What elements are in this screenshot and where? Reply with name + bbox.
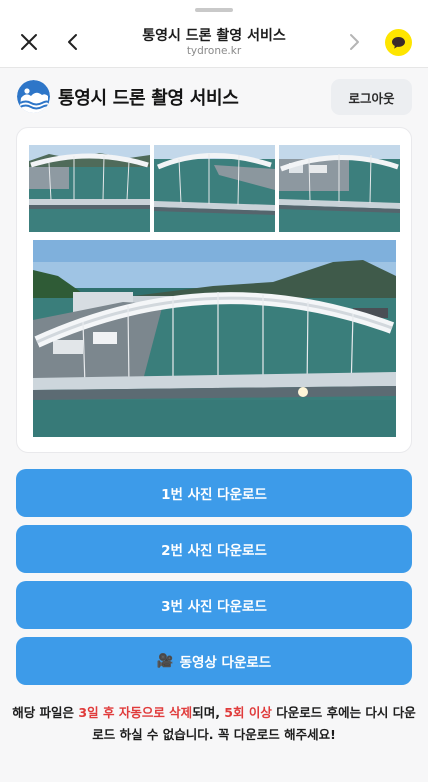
photo-thumbnail-1[interactable] (29, 145, 150, 232)
notice-highlight-limit: 5회 이상 (224, 705, 272, 720)
notice-text-2: 되며, (192, 705, 225, 720)
grab-handle[interactable] (195, 8, 233, 12)
notice-text-1: 해당 파일은 (12, 705, 79, 720)
download-photo-2-button[interactable]: 2번 사진 다운로드 (16, 525, 412, 573)
chevron-right-icon[interactable] (340, 28, 368, 56)
notice-highlight-delete: 3일 후 자동으로 삭제 (78, 705, 193, 720)
browser-url: tydrone.kr (186, 45, 242, 57)
download-photo-3-button[interactable]: 3번 사진 다운로드 (16, 581, 412, 629)
download-video-button[interactable]: 🎥 동영상 다운로드 (16, 637, 412, 685)
download-video-label: 동영상 다운로드 (179, 655, 272, 671)
site-header: 통영시 드론 촬영 서비스 로그아웃 (0, 68, 428, 126)
close-icon[interactable] (15, 28, 43, 56)
site-title: 통영시 드론 촬영 서비스 (58, 88, 239, 109)
chevron-left-icon[interactable] (58, 28, 86, 56)
logout-button[interactable]: 로그아웃 (331, 79, 412, 115)
photo-thumbnail-3[interactable] (279, 145, 400, 232)
chat-bubble-icon[interactable] (385, 29, 412, 56)
video-camera-icon: 🎥 (156, 653, 174, 669)
photo-thumbnail-2[interactable] (154, 145, 275, 232)
main-photo[interactable] (33, 240, 396, 437)
auto-delete-notice: 해당 파일은 3일 후 자동으로 삭제되며, 5회 이상 다운로드 후에는 다시… (12, 702, 416, 746)
browser-page-title: 통영시 드론 촬영 서비스 (142, 28, 286, 44)
in-app-browser-bar: 통영시 드론 촬영 서비스 tydrone.kr (0, 0, 428, 68)
download-photo-1-button[interactable]: 1번 사진 다운로드 (16, 469, 412, 517)
site-logo (17, 80, 50, 113)
